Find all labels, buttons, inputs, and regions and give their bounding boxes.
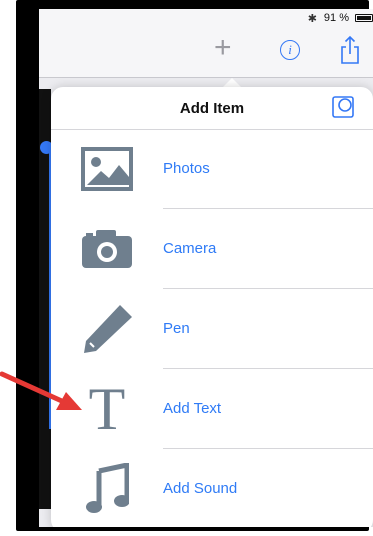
pen-label: Pen bbox=[163, 320, 190, 337]
item-list: Photos Camera Pen T Add Text Add Sound bbox=[51, 129, 373, 527]
photos-item[interactable]: Photos bbox=[51, 129, 373, 209]
status-bar: ✱ 91 % bbox=[39, 9, 373, 27]
annotation-arrow-icon bbox=[0, 371, 82, 410]
camera-icon bbox=[79, 223, 135, 275]
add-text-label: Add Text bbox=[163, 400, 222, 417]
share-icon[interactable] bbox=[339, 35, 361, 65]
shapes-icon[interactable] bbox=[331, 95, 355, 119]
battery-icon bbox=[355, 14, 373, 22]
pen-item[interactable]: Pen bbox=[51, 289, 373, 369]
bluetooth-icon: ✱ bbox=[307, 13, 317, 25]
plus-icon[interactable]: + bbox=[214, 33, 232, 63]
device-frame: ✱ 91 % + i Add Item Photos Camera Pen T … bbox=[16, 0, 373, 531]
add-sound-label: Add Sound bbox=[163, 480, 238, 497]
camera-label: Camera bbox=[163, 240, 217, 257]
info-glyph: i bbox=[288, 42, 292, 57]
music-note-icon bbox=[79, 463, 135, 515]
add-sound-item[interactable]: Add Sound bbox=[51, 449, 373, 527]
app-screen: ✱ 91 % + i Add Item Photos Camera Pen T … bbox=[39, 9, 373, 527]
battery-percent: 91 % bbox=[323, 12, 349, 24]
photos-label: Photos bbox=[163, 160, 210, 177]
photo-icon bbox=[79, 143, 135, 195]
info-icon[interactable]: i bbox=[280, 40, 300, 60]
popover-header: Add Item bbox=[51, 87, 373, 130]
pen-icon bbox=[79, 303, 135, 355]
add-text-item[interactable]: T Add Text bbox=[51, 369, 373, 449]
add-item-popover: Add Item Photos Camera Pen T Add Text Ad… bbox=[51, 87, 373, 527]
navigation-bar: + i bbox=[39, 27, 373, 78]
popover-title: Add Item bbox=[179, 100, 245, 117]
text-glyph: T bbox=[88, 376, 126, 442]
camera-item[interactable]: Camera bbox=[51, 209, 373, 289]
